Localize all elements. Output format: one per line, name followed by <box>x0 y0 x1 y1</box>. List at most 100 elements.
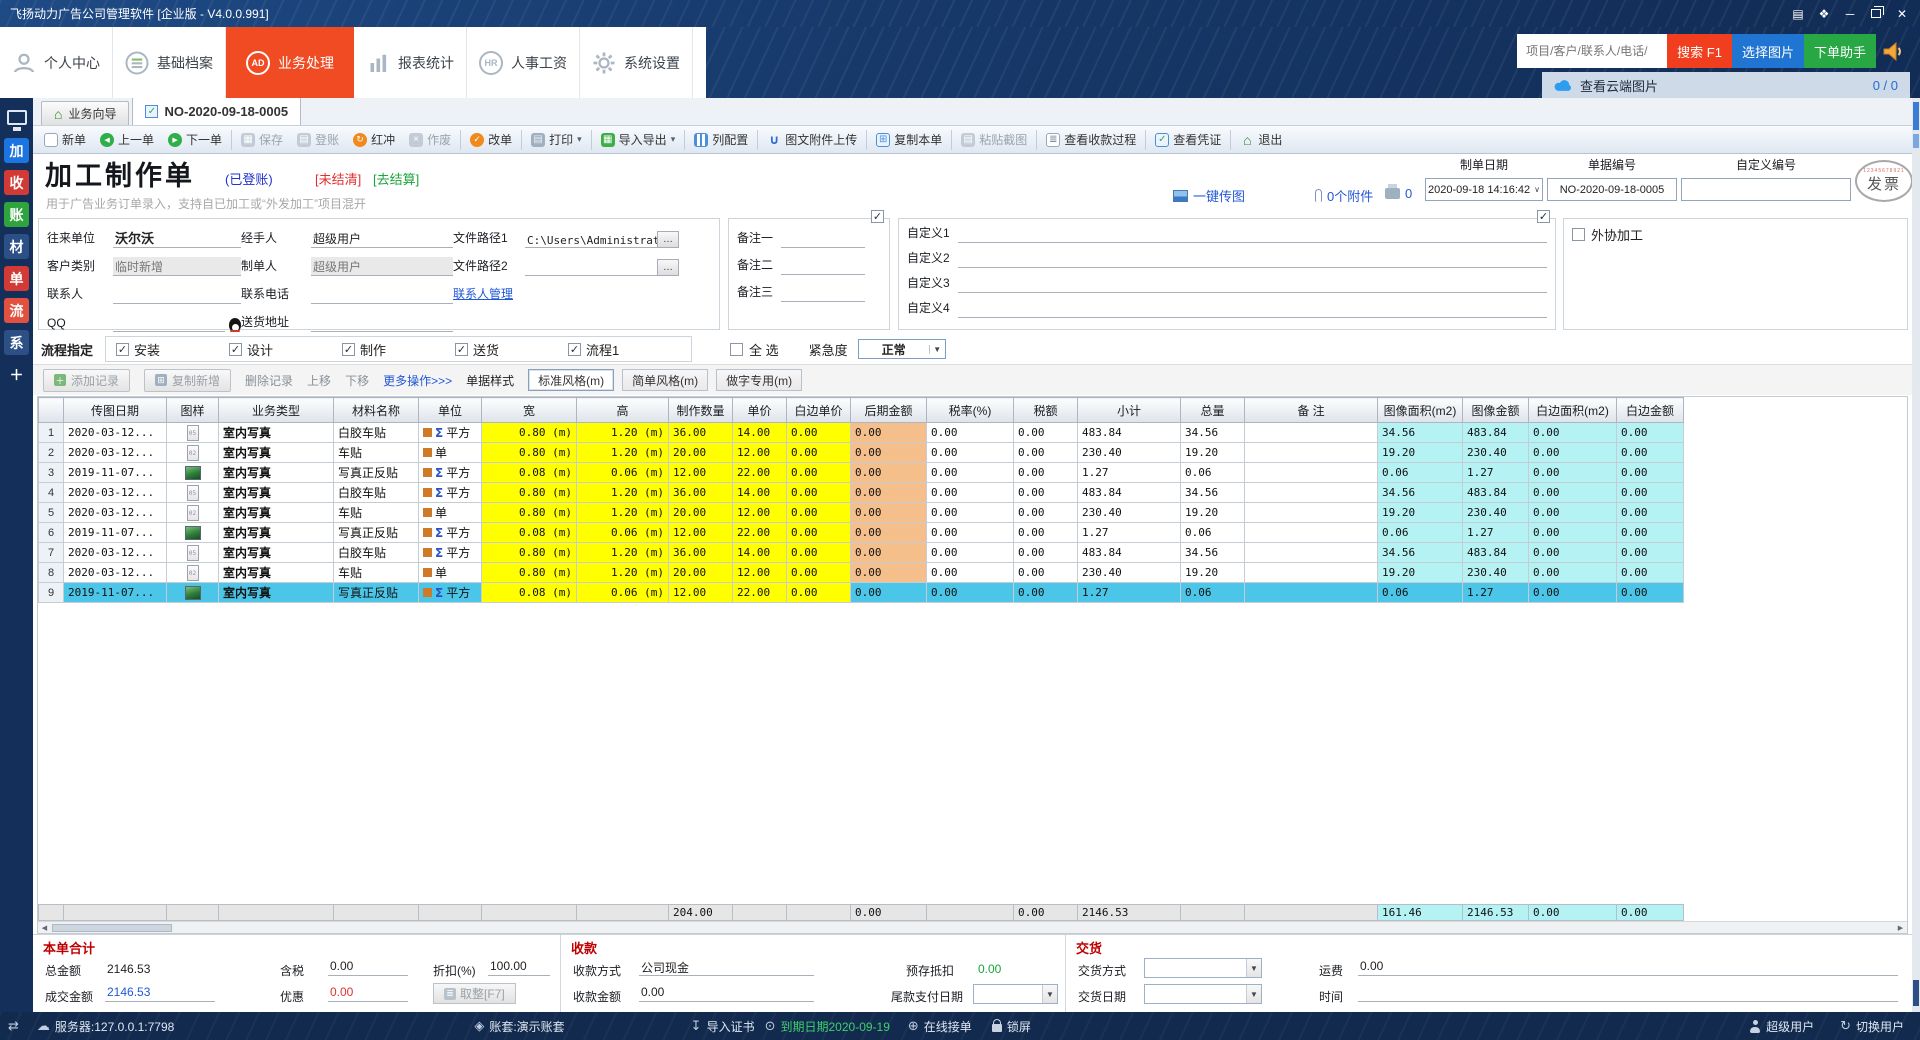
browse-button[interactable]: … <box>657 231 679 248</box>
move-down-button[interactable]: 下移 <box>345 372 369 389</box>
statusbar-超级用户[interactable]: 超级用户 <box>1749 1018 1814 1035</box>
cell-img_amt[interactable]: 230.40 <box>1463 503 1529 523</box>
sidebar-tile-＋[interactable]: ＋ <box>4 362 29 387</box>
制作-checkbox[interactable] <box>342 343 355 356</box>
cell-edge_area[interactable]: 0.00 <box>1529 483 1617 503</box>
scroll-right-arrow[interactable]: ▶ <box>1894 922 1907 933</box>
cell-material[interactable]: 写真正反贴 <box>334 583 419 603</box>
客户类别-input[interactable]: 临时新增 <box>113 257 241 276</box>
cell-tax_rate[interactable]: 0.00 <box>927 463 1014 483</box>
cell-post_amt[interactable]: 0.00 <box>851 443 927 463</box>
cell-material[interactable]: 车贴 <box>334 563 419 583</box>
notes-icon[interactable]: ▤ <box>1786 4 1810 24</box>
invoice-stamp-button[interactable]: 12345678921 发票 <box>1855 160 1913 202</box>
流程1-checkbox[interactable] <box>568 343 581 356</box>
送货地址-input[interactable] <box>311 313 453 332</box>
thumbnail-photo-icon[interactable] <box>185 466 201 480</box>
cell-img_area[interactable]: 0.06 <box>1378 523 1463 543</box>
cell-img_amt[interactable]: 1.27 <box>1463 523 1529 543</box>
经手人-input[interactable]: 超级用户 <box>311 229 453 248</box>
horn-icon[interactable] <box>1876 34 1910 68</box>
tab-current-order[interactable]: ✓ NO-2020-09-18-0005 <box>132 97 301 125</box>
order-helper-button[interactable]: 下单助手 <box>1804 34 1876 68</box>
qq-icon[interactable] <box>229 318 241 332</box>
row-number-cell[interactable]: 2 <box>39 443 64 463</box>
thumbnail-doc-icon[interactable]: 02 <box>187 445 199 461</box>
保存-button[interactable]: ▦保存 <box>234 128 290 152</box>
cell-material[interactable]: 白胶车贴 <box>334 483 419 503</box>
grid-column-header-白边金额[interactable]: 白边金额 <box>1617 398 1684 423</box>
unit-cell[interactable]: Σ平方 <box>419 523 482 543</box>
delivery-method-select[interactable]: ▼ <box>1144 958 1262 978</box>
cell-date[interactable]: 2020-03-12... <box>64 423 167 443</box>
往来单位-input[interactable]: 沃尔沃 <box>113 229 241 248</box>
cell-post_amt[interactable]: 0.00 <box>851 503 927 523</box>
grid-row[interactable]: 32019-11-07...室内写真写真正反贴Σ平方0.08 (m)0.06 (… <box>39 463 1684 483</box>
grid-row[interactable]: 72020-03-12...05室内写真白胶车贴Σ平方0.80 (m)1.20 … <box>39 543 1684 563</box>
cell-remark[interactable] <box>1245 443 1378 463</box>
unit-cell[interactable]: Σ平方 <box>419 583 482 603</box>
cell-post_amt[interactable]: 0.00 <box>851 583 927 603</box>
cell-material[interactable]: 车贴 <box>334 443 419 463</box>
custom-no-input[interactable] <box>1681 178 1851 201</box>
cell-date[interactable]: 2020-03-12... <box>64 503 167 523</box>
sidebar-tile-收[interactable]: 收 <box>4 170 29 195</box>
登账-button[interactable]: ▤登账 <box>290 128 346 152</box>
grid-row[interactable]: 62019-11-07...室内写真写真正反贴Σ平方0.08 (m)0.06 (… <box>39 523 1684 543</box>
cell-height[interactable]: 0.06 (m) <box>577 463 669 483</box>
one-key-upload-link[interactable]: 一键传图 <box>1173 186 1245 205</box>
cell-qty[interactable]: 12.00 <box>669 463 733 483</box>
设计-checkbox[interactable] <box>229 343 242 356</box>
sidebar-tile-账[interactable]: 账 <box>4 202 29 227</box>
grid-column-header-高[interactable]: 高 <box>577 398 669 423</box>
联系人-input[interactable] <box>113 285 241 304</box>
tax-included-value[interactable]: 0.00 <box>328 959 408 976</box>
grid-row[interactable]: 22020-03-12...02室内写真车贴单0.80 (m)1.20 (m)2… <box>39 443 1684 463</box>
make-date-input[interactable]: 2020-09-18 14:16:42 ∨ <box>1425 178 1543 201</box>
cell-qty[interactable]: 12.00 <box>669 583 733 603</box>
cloud-images-bar[interactable]: 查看云端图片 0 / 0 <box>1542 72 1910 98</box>
cell-material[interactable]: 白胶车贴 <box>334 423 419 443</box>
cell-price[interactable]: 14.00 <box>733 483 787 503</box>
thumbnail-doc-icon[interactable]: 02 <box>187 505 199 521</box>
delete-record-button[interactable]: 删除记录 <box>245 372 293 389</box>
cell-subtotal[interactable]: 1.27 <box>1078 583 1181 603</box>
grid-column-header-备 注[interactable]: 备 注 <box>1245 398 1378 423</box>
grid-column-header-图像金额[interactable]: 图像金额 <box>1463 398 1529 423</box>
cell-width[interactable]: 0.80 (m) <box>482 423 577 443</box>
grid-row[interactable]: 12020-03-12...05室内写真白胶车贴Σ平方0.80 (m)1.20 … <box>39 423 1684 443</box>
自定义1-input[interactable] <box>958 224 1547 243</box>
cell-edge_amt[interactable]: 0.00 <box>1617 563 1684 583</box>
cell-date[interactable]: 2019-11-07... <box>64 463 167 483</box>
grid-column-header-后期金额[interactable]: 后期金额 <box>851 398 927 423</box>
nav-item-基础档案[interactable]: 基础档案 <box>113 27 226 98</box>
cell-qty[interactable]: 36.00 <box>669 543 733 563</box>
cell-edge_area[interactable]: 0.00 <box>1529 583 1617 603</box>
row-number-cell[interactable]: 6 <box>39 523 64 543</box>
grid-column-header-图样[interactable]: 图样 <box>167 398 219 423</box>
scroll-left-arrow[interactable]: ◀ <box>38 922 51 933</box>
sidebar-tile-单[interactable]: 单 <box>4 266 29 291</box>
unit-cell[interactable]: Σ平方 <box>419 483 482 503</box>
cell-qty[interactable]: 36.00 <box>669 423 733 443</box>
statusbar-在线接单[interactable]: ⊕在线接单 <box>908 1018 972 1035</box>
style-button-标准风格(m)[interactable]: 标准风格(m) <box>528 369 614 391</box>
安装-checkbox[interactable] <box>116 343 129 356</box>
urgency-select[interactable]: 正常 ▼ <box>858 339 946 359</box>
row-number-cell[interactable]: 7 <box>39 543 64 563</box>
cell-material[interactable]: 写真正反贴 <box>334 523 419 543</box>
cell-price[interactable]: 22.00 <box>733 463 787 483</box>
unit-cell[interactable]: Σ平方 <box>419 543 482 563</box>
grid-column-header-宽[interactable]: 宽 <box>482 398 577 423</box>
cell-qty[interactable]: 36.00 <box>669 483 733 503</box>
cell-img_amt[interactable]: 1.27 <box>1463 463 1529 483</box>
grid-column-header-单位[interactable]: 单位 <box>419 398 482 423</box>
cell-subtotal[interactable]: 1.27 <box>1078 463 1181 483</box>
cell-img_area[interactable]: 19.20 <box>1378 443 1463 463</box>
cell-tax_rate[interactable]: 0.00 <box>927 503 1014 523</box>
cell-date[interactable]: 2020-03-12... <box>64 543 167 563</box>
cell-type[interactable]: 室内写真 <box>219 423 334 443</box>
cell-type[interactable]: 室内写真 <box>219 543 334 563</box>
concession-value[interactable]: 0.00 <box>328 985 408 1002</box>
cell-price[interactable]: 22.00 <box>733 523 787 543</box>
